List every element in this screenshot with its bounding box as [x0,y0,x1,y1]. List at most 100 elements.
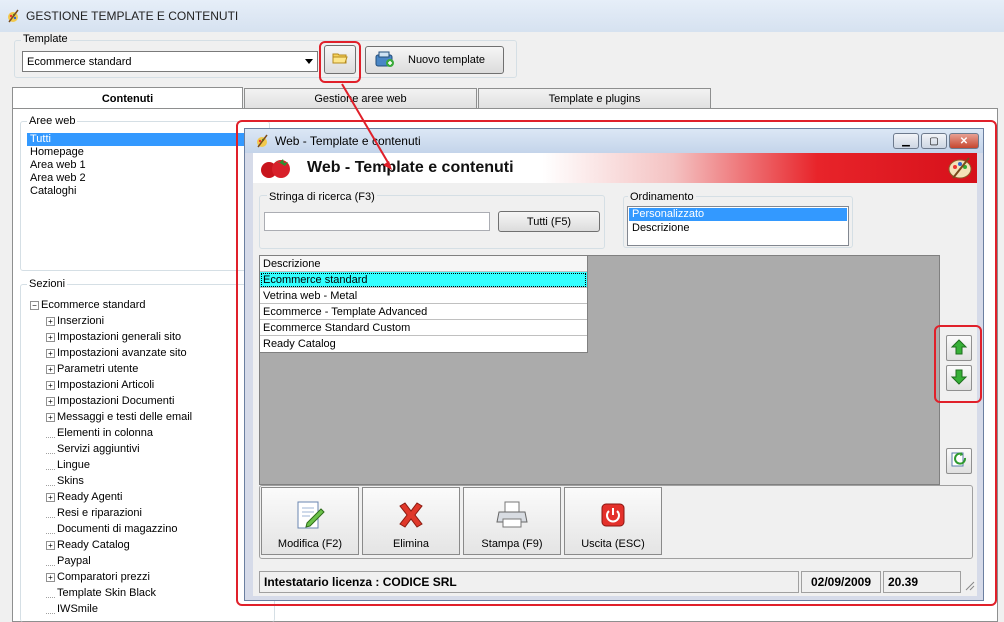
strawberry-icon [259,157,293,182]
minimize-icon: ▁ [902,135,910,147]
expand-icon[interactable]: + [46,316,55,326]
list-item[interactable]: Area web 1 [27,159,267,172]
tree-item[interactable]: + Ready Catalog [30,537,270,553]
move-down-button[interactable] [946,365,972,391]
list-item[interactable]: Homepage [27,146,267,159]
tutti-button[interactable]: Tutti (F5) [498,211,600,232]
expand-icon[interactable]: + [46,396,55,406]
tree-item[interactable]: Paypal [30,553,270,569]
list-item[interactable]: Descrizione [629,222,847,235]
grid-header-descrizione[interactable]: Descrizione [260,256,587,272]
tree-item[interactable]: Lingue [30,457,270,473]
folder-icon [332,51,348,68]
tree-item[interactable]: Template Skin Black [30,585,270,601]
chevron-down-icon [305,59,313,64]
tree-item-label: Elementi in colonna [57,427,154,439]
new-template-button[interactable]: Nuovo template [365,46,504,74]
tab-gestione-aree-web-label: Gestione aree web [314,93,407,105]
tree-item[interactable]: + Parametri utente [30,361,270,377]
list-item[interactable]: Cataloghi [27,185,267,198]
tree-item[interactable]: + Impostazioni avanzate sito [30,345,270,361]
tree-root[interactable]: − Ecommerce standard [30,297,270,313]
stampa-button[interactable]: Stampa (F9) [463,487,561,555]
tree-item[interactable]: Documenti di magazzino [30,521,270,537]
tree-connector [46,589,55,598]
printer-icon [495,498,529,532]
table-row[interactable]: Ecommerce Standard Custom [260,320,587,336]
list-item[interactable]: Area web 2 [27,172,267,185]
tree-connector [46,477,55,486]
app-icon [6,9,20,23]
tree-item[interactable]: IWSmile [30,601,270,617]
list-item[interactable]: Tutti [27,133,267,146]
tree-connector [46,461,55,470]
maximize-button[interactable]: ▢ [921,133,947,149]
tree-item[interactable]: Skins [30,473,270,489]
license-text: Intestatario licenza : CODICE SRL [264,575,457,589]
elimina-button[interactable]: Elimina [362,487,460,555]
tree-item[interactable]: Servizi aggiuntivi [30,441,270,457]
expand-icon[interactable]: + [46,572,55,582]
sezioni-label: Sezioni [27,278,68,290]
tab-template-plugins[interactable]: Template e plugins [478,88,711,109]
ordinamento-label: Ordinamento [628,191,696,203]
search-input[interactable] [264,212,490,231]
table-row[interactable]: Ready Catalog [260,336,587,352]
tree-item[interactable]: + Ready Agenti [30,489,270,505]
tree-item-label: Comparatori prezzi [57,571,150,583]
tree-item[interactable]: + Impostazioni Articoli [30,377,270,393]
list-item[interactable]: Personalizzato [629,208,847,221]
tree-root-label: Ecommerce standard [41,299,146,311]
main-title-bar: GESTIONE TEMPLATE E CONTENUTI [0,0,1004,32]
aree-web-list[interactable]: Tutti Homepage Area web 1 Area web 2 Cat… [27,133,267,266]
ordinamento-list[interactable]: Personalizzato Descrizione [627,206,849,246]
move-up-button[interactable] [946,335,972,361]
open-folder-button[interactable] [324,45,356,74]
tree-item-label: Ready Catalog [57,539,130,551]
tab-gestione-aree-web[interactable]: Gestione aree web [244,88,477,109]
expand-icon[interactable]: + [46,364,55,374]
tree-item[interactable]: Resi e riparazioni [30,505,270,521]
tab-contenuti[interactable]: Contenuti [12,87,243,109]
sezioni-tree[interactable]: − Ecommerce standard + Inserzioni + Impostaz… [30,297,270,622]
tree-item[interactable]: + Inserzioni [30,313,270,329]
expand-icon[interactable]: + [46,332,55,342]
window-title: GESTIONE TEMPLATE E CONTENUTI [26,9,239,23]
tree-connector [46,605,55,614]
template-select-value: Ecommerce standard [27,55,132,68]
tree-item-label: Messaggi e testi delle email [57,411,193,423]
resize-grip-icon[interactable] [963,579,975,591]
tree-item-label: Servizi aggiuntivi [57,443,140,455]
expand-icon[interactable]: + [46,540,55,550]
tree-item[interactable]: + Messaggi e testi delle email [30,409,270,425]
expand-icon[interactable]: + [46,412,55,422]
collapse-icon[interactable]: − [30,300,39,310]
tree-item[interactable]: + Comparatori prezzi [30,569,270,585]
tree-connector [46,429,55,438]
close-button[interactable]: ✕ [949,133,979,149]
tree-item-label: IWSmile [57,603,98,615]
tree-item[interactable]: + Impostazioni Documenti [30,393,270,409]
dialog-title: Web - Template e contenuti [275,134,421,148]
expand-icon[interactable]: + [46,380,55,390]
tree-item[interactable]: + Impostazioni generali sito [30,329,270,345]
tree-item-label: Template Skin Black [57,587,157,599]
expand-icon[interactable]: + [46,348,55,358]
refresh-button[interactable] [946,448,972,474]
tree-connector [46,557,55,566]
uscita-button[interactable]: Uscita (ESC) [564,487,662,555]
table-row[interactable]: Ecommerce standard [260,272,587,288]
close-icon: ✕ [959,135,969,147]
minimize-button[interactable]: ▁ [893,133,919,149]
tree-item-label: Parametri utente [57,363,139,375]
tree-item[interactable]: Elementi in colonna [30,425,270,441]
table-row[interactable]: Vetrina web - Metal [260,288,587,304]
expand-icon[interactable]: + [46,492,55,502]
table-row[interactable]: Ecommerce - Template Advanced [260,304,587,320]
template-select[interactable]: Ecommerce standard [22,51,318,72]
data-grid: Descrizione Ecommerce standard Vetrina w… [259,255,940,485]
dialog-title-bar: Web - Template e contenuti [245,129,983,153]
stampa-label: Stampa (F9) [481,538,543,550]
dialog-banner: Web - Template e contenuti [253,153,977,183]
modifica-button[interactable]: Modifica (F2) [261,487,359,555]
